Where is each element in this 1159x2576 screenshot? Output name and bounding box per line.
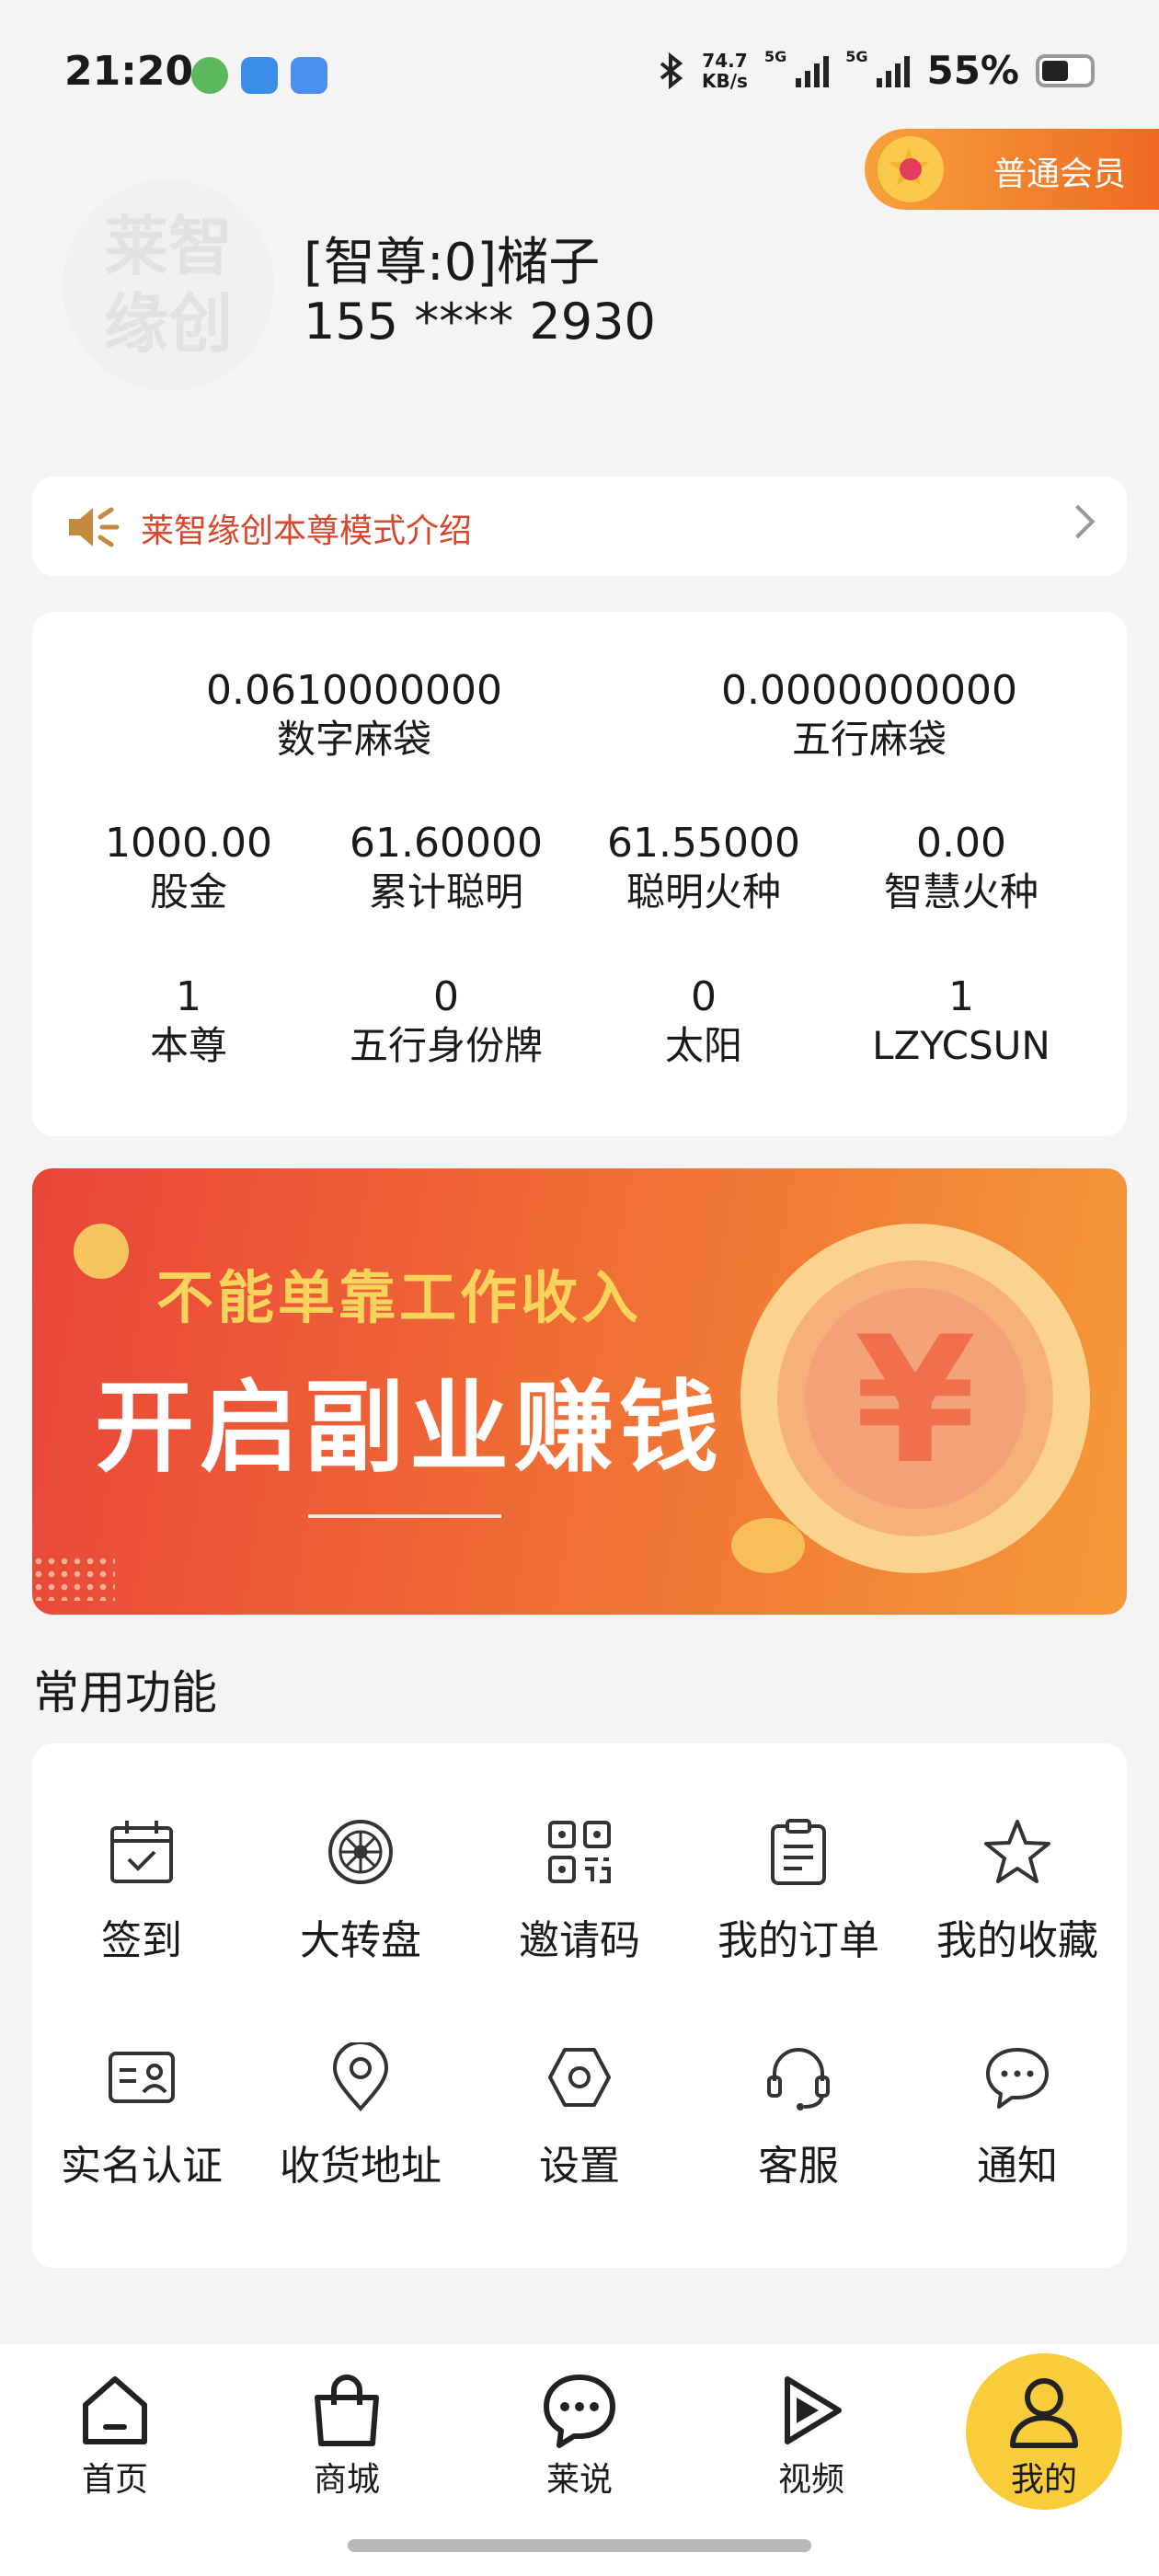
home-icon	[83, 2376, 147, 2444]
nav-mine[interactable]: 我的	[961, 2372, 1127, 2501]
intro-link[interactable]: 莱智缘创本尊模式介绍	[32, 477, 1127, 576]
nav-mall[interactable]: 商城	[264, 2372, 430, 2501]
function-settings[interactable]: 设置	[470, 2042, 689, 2191]
battery-icon	[1036, 53, 1095, 87]
clipboard-icon	[771, 1819, 826, 1885]
play-icon	[785, 2376, 842, 2444]
function-my-favorites[interactable]: 我的收藏	[908, 1817, 1127, 1966]
speaker-icon	[69, 507, 120, 547]
stats-card: 0.0610000000 数字麻袋 0.0000000000 五行麻袋 1000…	[32, 612, 1127, 1136]
member-level-badge[interactable]: ★ 普通会员	[865, 129, 1159, 210]
function-my-orders[interactable]: 我的订单	[689, 1817, 908, 1966]
signal-icon	[796, 54, 830, 87]
network-type-1: 5G	[763, 48, 787, 65]
chat-bubble-icon	[986, 2048, 1049, 2109]
qr-code-icon	[548, 1821, 611, 1883]
function-shipping-address[interactable]: 收货地址	[251, 2042, 470, 2191]
promo-banner[interactable]: 不能单靠工作收入 开启副业赚钱 ¥	[32, 1168, 1127, 1615]
section-title: 常用功能	[33, 1666, 217, 1719]
stat-wuxing-id[interactable]: 0 五行身份牌	[327, 973, 566, 1071]
id-card-icon	[109, 2052, 175, 2103]
stat-benzun[interactable]: 1 本尊	[69, 973, 308, 1071]
network-type-2: 5G	[845, 48, 868, 65]
stat-digital-bag[interactable]: 0.0610000000 数字麻袋	[124, 667, 584, 765]
coin-decoration	[731, 1518, 805, 1573]
stat-shares[interactable]: 1000.00 股金	[69, 820, 308, 917]
banner-title: 开启副业赚钱	[95, 1371, 725, 1486]
status-bar: 21:20 74.7 KB/s 5G 5G 55%	[0, 0, 1159, 147]
calendar-check-icon	[110, 1821, 173, 1883]
notification-icons	[191, 57, 327, 94]
function-invite-code[interactable]: 邀请码	[470, 1817, 689, 1966]
banner-divider	[308, 1514, 501, 1518]
stat-sun[interactable]: 0 太阳	[584, 973, 823, 1071]
star-icon	[984, 1820, 1050, 1883]
location-pin-icon	[332, 2042, 389, 2111]
headset-icon	[767, 2048, 830, 2110]
functions-card: 签到 大转盘 邀请码 我的订单 我的收藏 实名认证 收货地址 设置 客服 通知	[32, 1743, 1127, 2268]
coin-icon: ¥	[740, 1224, 1090, 1573]
nav-video[interactable]: 视频	[729, 2372, 894, 2501]
chat-icon	[544, 2375, 615, 2448]
nav-laishuo[interactable]: 莱说	[497, 2372, 662, 2501]
network-speed: 74.7 KB/s	[701, 49, 748, 92]
dot-pattern	[32, 1555, 115, 1601]
stat-wuxing-bag[interactable]: 0.0000000000 五行麻袋	[639, 667, 1099, 765]
app-notification-icon	[291, 57, 327, 94]
crown-icon: ★	[878, 136, 944, 202]
function-customer-service[interactable]: 客服	[689, 2042, 908, 2191]
intro-label: 莱智缘创本尊模式介绍	[141, 512, 473, 550]
shopping-bag-icon	[315, 2375, 379, 2446]
coin-decoration	[74, 1224, 129, 1279]
app-notification-icon	[241, 57, 278, 94]
app-notification-icon	[191, 57, 228, 94]
hexagon-settings-icon	[548, 2048, 611, 2107]
status-indicators: 74.7 KB/s 5G 5G 55%	[658, 48, 1095, 93]
member-level-label: 普通会员	[993, 155, 1127, 193]
bluetooth-icon	[660, 52, 683, 89]
banner-subtitle: 不能单靠工作收入	[156, 1264, 643, 1331]
status-time: 21:20	[64, 48, 194, 95]
user-phone: 155 **** 2930	[304, 293, 656, 351]
nav-home[interactable]: 首页	[32, 2372, 198, 2501]
user-name: [智尊:0]槠子	[304, 233, 601, 293]
battery-percent: 55%	[926, 48, 1019, 93]
signal-icon	[877, 54, 911, 87]
stat-wisdom-seed[interactable]: 0.00 智慧火种	[842, 820, 1081, 917]
function-wheel[interactable]: 大转盘	[251, 1817, 470, 1966]
wheel-icon	[328, 1820, 393, 1884]
function-check-in[interactable]: 签到	[32, 1817, 251, 1966]
function-real-name[interactable]: 实名认证	[32, 2042, 251, 2191]
avatar-text: 莱智缘创	[104, 209, 233, 362]
chevron-right-icon	[1061, 504, 1096, 539]
stat-total-smart[interactable]: 61.60000 累计聪明	[327, 820, 566, 917]
avatar[interactable]: 莱智缘创	[63, 179, 274, 391]
stat-smart-seed[interactable]: 61.55000 聪明火种	[584, 820, 823, 917]
stat-lzycsun[interactable]: 1 LZYCSUN	[842, 973, 1081, 1071]
function-notifications[interactable]: 通知	[908, 2042, 1127, 2191]
user-icon	[1010, 2378, 1078, 2448]
home-indicator[interactable]	[348, 2539, 811, 2552]
